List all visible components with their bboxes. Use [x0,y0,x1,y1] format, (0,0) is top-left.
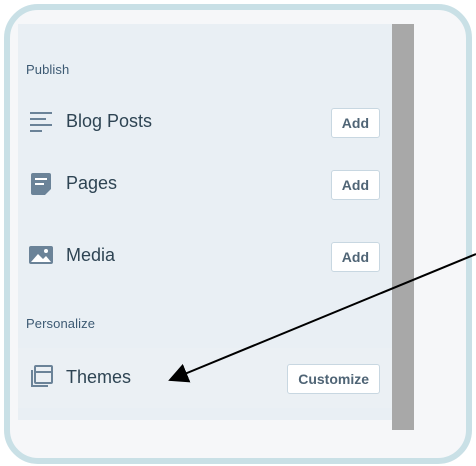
annotation-arrow [168,253,476,383]
